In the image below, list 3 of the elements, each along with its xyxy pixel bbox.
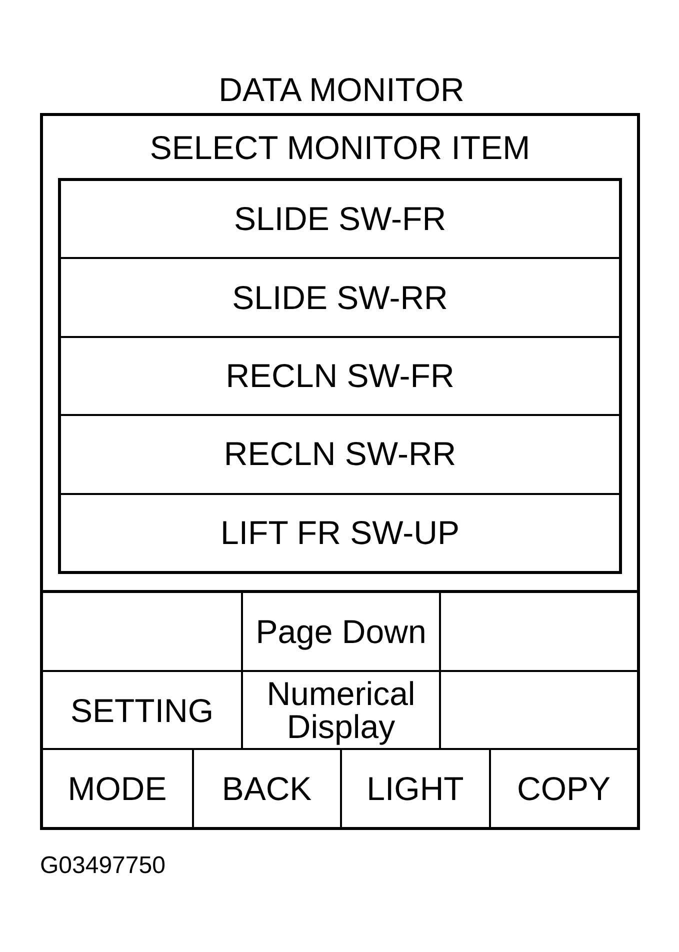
list-heading: SELECT MONITOR ITEM — [148, 129, 532, 167]
screen-title: DATA MONITOR — [218, 71, 466, 109]
figure-code: G03497750 — [40, 852, 166, 880]
